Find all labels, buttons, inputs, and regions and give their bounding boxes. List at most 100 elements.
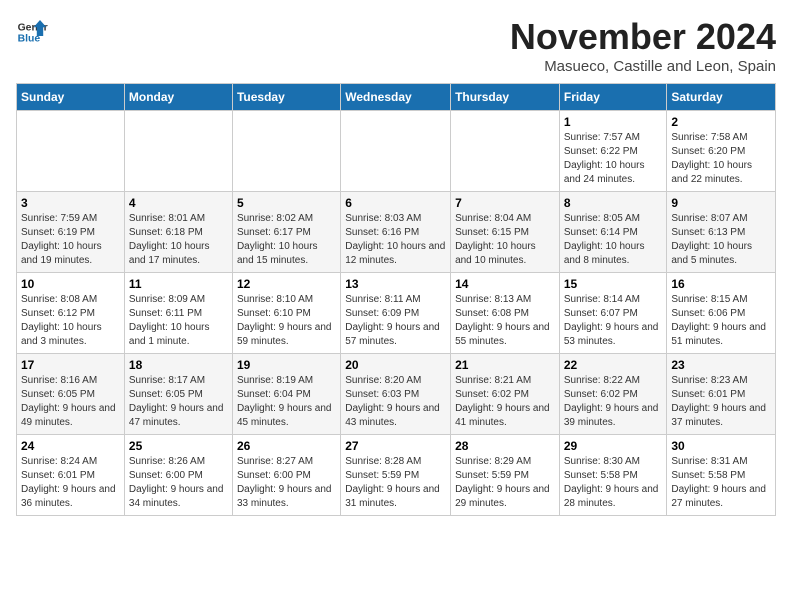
weekday-row: SundayMondayTuesdayWednesdayThursdayFrid… [17, 84, 776, 111]
calendar-cell: 9 Sunrise: 8:07 AM Sunset: 6:13 PM Daylig… [667, 192, 776, 273]
day-number: 22 [564, 358, 663, 372]
calendar-cell: 22 Sunrise: 8:22 AM Sunset: 6:02 PM Dayli… [559, 354, 667, 435]
calendar-cell: 24 Sunrise: 8:24 AM Sunset: 6:01 PM Dayli… [17, 435, 125, 516]
day-info: Sunrise: 8:08 AM Sunset: 6:12 PM Dayligh… [21, 293, 120, 349]
header: General Blue November 2024 Masueco, Cast… [16, 16, 776, 75]
calendar-cell [341, 111, 451, 192]
day-info: Sunrise: 8:03 AM Sunset: 6:16 PM Dayligh… [345, 212, 446, 268]
day-info: Sunrise: 8:14 AM Sunset: 6:07 PM Dayligh… [564, 293, 663, 349]
calendar-cell: 6 Sunrise: 8:03 AM Sunset: 6:16 PM Daylig… [341, 192, 451, 273]
calendar-cell: 29 Sunrise: 8:30 AM Sunset: 5:58 PM Dayli… [559, 435, 667, 516]
calendar-subtitle: Masueco, Castille and Leon, Spain [510, 58, 776, 75]
calendar-cell: 27 Sunrise: 8:28 AM Sunset: 5:59 PM Dayli… [341, 435, 451, 516]
calendar-cell: 7 Sunrise: 8:04 AM Sunset: 6:15 PM Daylig… [451, 192, 560, 273]
calendar-cell: 25 Sunrise: 8:26 AM Sunset: 6:00 PM Dayli… [124, 435, 232, 516]
day-number: 23 [671, 358, 771, 372]
day-info: Sunrise: 8:24 AM Sunset: 6:01 PM Dayligh… [21, 455, 120, 511]
day-number: 21 [455, 358, 555, 372]
day-info: Sunrise: 8:20 AM Sunset: 6:03 PM Dayligh… [345, 374, 446, 430]
calendar-cell: 26 Sunrise: 8:27 AM Sunset: 6:00 PM Dayli… [232, 435, 340, 516]
day-number: 29 [564, 439, 663, 453]
calendar-cell: 4 Sunrise: 8:01 AM Sunset: 6:18 PM Daylig… [124, 192, 232, 273]
calendar-cell [124, 111, 232, 192]
weekday-header-saturday: Saturday [667, 84, 776, 111]
day-number: 10 [21, 277, 120, 291]
day-info: Sunrise: 8:21 AM Sunset: 6:02 PM Dayligh… [455, 374, 555, 430]
day-info: Sunrise: 8:28 AM Sunset: 5:59 PM Dayligh… [345, 455, 446, 511]
day-number: 18 [129, 358, 228, 372]
week-row-2: 3Sunrise: 7:59 AM Sunset: 6:19 PM Daylig… [17, 192, 776, 273]
calendar-cell: 21 Sunrise: 8:21 AM Sunset: 6:02 PM Dayli… [451, 354, 560, 435]
calendar-cell: 28Sunrise: 8:29 AM Sunset: 5:59 PM Dayli… [451, 435, 560, 516]
weekday-header-sunday: Sunday [17, 84, 125, 111]
day-number: 27 [345, 439, 446, 453]
calendar-cell: 30 Sunrise: 8:31 AM Sunset: 5:58 PM Dayli… [667, 435, 776, 516]
day-info: Sunrise: 8:19 AM Sunset: 6:04 PM Dayligh… [237, 374, 336, 430]
day-info: Sunrise: 8:04 AM Sunset: 6:15 PM Dayligh… [455, 212, 555, 268]
day-info: Sunrise: 8:13 AM Sunset: 6:08 PM Dayligh… [455, 293, 555, 349]
week-row-1: 1 Sunrise: 7:57 AM Sunset: 6:22 PM Daylig… [17, 111, 776, 192]
calendar-cell: 15Sunrise: 8:14 AM Sunset: 6:07 PM Dayli… [559, 273, 667, 354]
day-info: Sunrise: 8:17 AM Sunset: 6:05 PM Dayligh… [129, 374, 228, 430]
day-info: Sunrise: 8:31 AM Sunset: 5:58 PM Dayligh… [671, 455, 771, 511]
day-number: 8 [564, 196, 663, 210]
calendar-cell: 18 Sunrise: 8:17 AM Sunset: 6:05 PM Dayli… [124, 354, 232, 435]
day-number: 11 [129, 277, 228, 291]
day-number: 7 [455, 196, 555, 210]
day-info: Sunrise: 8:27 AM Sunset: 6:00 PM Dayligh… [237, 455, 336, 511]
calendar-body: 1 Sunrise: 7:57 AM Sunset: 6:22 PM Daylig… [17, 111, 776, 516]
day-number: 16 [671, 277, 771, 291]
calendar-cell: 14Sunrise: 8:13 AM Sunset: 6:08 PM Dayli… [451, 273, 560, 354]
day-number: 28 [455, 439, 555, 453]
title-area: November 2024 Masueco, Castille and Leon… [510, 16, 776, 75]
week-row-3: 10 Sunrise: 8:08 AM Sunset: 6:12 PM Dayli… [17, 273, 776, 354]
day-info: Sunrise: 7:58 AM Sunset: 6:20 PM Dayligh… [671, 131, 771, 187]
day-number: 24 [21, 439, 120, 453]
day-info: Sunrise: 8:15 AM Sunset: 6:06 PM Dayligh… [671, 293, 771, 349]
calendar-cell: 20 Sunrise: 8:20 AM Sunset: 6:03 PM Dayli… [341, 354, 451, 435]
calendar-cell: 12Sunrise: 8:10 AM Sunset: 6:10 PM Dayli… [232, 273, 340, 354]
weekday-header-wednesday: Wednesday [341, 84, 451, 111]
week-row-4: 17Sunrise: 8:16 AM Sunset: 6:05 PM Dayli… [17, 354, 776, 435]
day-number: 3 [21, 196, 120, 210]
calendar-cell [232, 111, 340, 192]
calendar-title: November 2024 [510, 16, 776, 58]
calendar-cell: 16 Sunrise: 8:15 AM Sunset: 6:06 PM Dayli… [667, 273, 776, 354]
calendar-table: SundayMondayTuesdayWednesdayThursdayFrid… [16, 83, 776, 516]
day-info: Sunrise: 8:22 AM Sunset: 6:02 PM Dayligh… [564, 374, 663, 430]
day-number: 19 [237, 358, 336, 372]
day-number: 9 [671, 196, 771, 210]
day-info: Sunrise: 8:11 AM Sunset: 6:09 PM Dayligh… [345, 293, 446, 349]
day-number: 17 [21, 358, 120, 372]
logo: General Blue [16, 16, 48, 48]
day-info: Sunrise: 8:23 AM Sunset: 6:01 PM Dayligh… [671, 374, 771, 430]
day-number: 4 [129, 196, 228, 210]
day-number: 30 [671, 439, 771, 453]
calendar-cell [451, 111, 560, 192]
calendar-header: SundayMondayTuesdayWednesdayThursdayFrid… [17, 84, 776, 111]
day-info: Sunrise: 8:01 AM Sunset: 6:18 PM Dayligh… [129, 212, 228, 268]
day-number: 20 [345, 358, 446, 372]
day-info: Sunrise: 8:09 AM Sunset: 6:11 PM Dayligh… [129, 293, 228, 349]
day-number: 1 [564, 115, 663, 129]
day-number: 2 [671, 115, 771, 129]
day-info: Sunrise: 8:30 AM Sunset: 5:58 PM Dayligh… [564, 455, 663, 511]
calendar-cell: 23 Sunrise: 8:23 AM Sunset: 6:01 PM Dayli… [667, 354, 776, 435]
calendar-cell: 8 Sunrise: 8:05 AM Sunset: 6:14 PM Daylig… [559, 192, 667, 273]
day-info: Sunrise: 8:26 AM Sunset: 6:00 PM Dayligh… [129, 455, 228, 511]
calendar-cell [17, 111, 125, 192]
day-number: 25 [129, 439, 228, 453]
day-number: 6 [345, 196, 446, 210]
day-info: Sunrise: 8:05 AM Sunset: 6:14 PM Dayligh… [564, 212, 663, 268]
logo-icon: General Blue [16, 16, 48, 48]
calendar-cell: 2 Sunrise: 7:58 AM Sunset: 6:20 PM Daylig… [667, 111, 776, 192]
weekday-header-thursday: Thursday [451, 84, 560, 111]
calendar-cell: 5Sunrise: 8:02 AM Sunset: 6:17 PM Daylig… [232, 192, 340, 273]
day-info: Sunrise: 8:02 AM Sunset: 6:17 PM Dayligh… [237, 212, 336, 268]
calendar-cell: 1 Sunrise: 7:57 AM Sunset: 6:22 PM Daylig… [559, 111, 667, 192]
day-info: Sunrise: 8:07 AM Sunset: 6:13 PM Dayligh… [671, 212, 771, 268]
day-info: Sunrise: 7:57 AM Sunset: 6:22 PM Dayligh… [564, 131, 663, 187]
day-number: 26 [237, 439, 336, 453]
day-number: 13 [345, 277, 446, 291]
calendar-cell: 11 Sunrise: 8:09 AM Sunset: 6:11 PM Dayli… [124, 273, 232, 354]
